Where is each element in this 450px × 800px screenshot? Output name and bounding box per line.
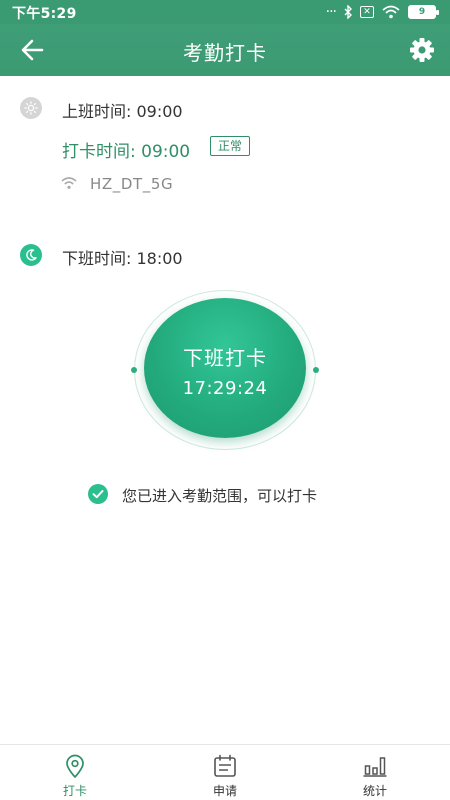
- gear-icon[interactable]: [408, 36, 436, 64]
- sun-icon: [20, 97, 42, 119]
- on-duty-row: 上班时间: 09:00: [0, 96, 450, 121]
- battery-icon: 9: [408, 5, 439, 19]
- clock-in-row: 打卡时间: 09:00 正常: [0, 135, 450, 162]
- page-title: 考勤打卡: [183, 41, 267, 65]
- current-time: 17:29:24: [182, 378, 268, 399]
- clock-in-time: 打卡时间: 09:00: [62, 142, 191, 162]
- nav-label-stats: 统计: [362, 784, 387, 798]
- check-circle-icon: [88, 484, 108, 504]
- on-duty-time: 上班时间: 09:00: [62, 102, 183, 121]
- status-badge: 正常: [210, 136, 251, 156]
- off-duty-row: 下班时间: 18:00: [0, 243, 450, 268]
- nav-label-apply: 申请: [212, 784, 237, 798]
- clock-out-button[interactable]: 下班打卡 17:29:24: [144, 298, 306, 438]
- range-message-row: 您已进入考勤范围，可以打卡: [88, 484, 388, 506]
- status-bar: 下午5:29 ··· ✕ 9: [0, 0, 450, 24]
- nav-item-stats[interactable]: 统计: [300, 745, 450, 800]
- ring-dot-right: [313, 367, 319, 373]
- bluetooth-icon: [344, 5, 352, 19]
- bottom-nav: 打卡 申请 统计: [0, 744, 450, 800]
- status-icons: ··· ✕ 9: [325, 4, 439, 20]
- wifi-name: HZ_DT_5G: [90, 175, 174, 193]
- punch-area: 下班打卡 17:29:24: [131, 290, 319, 450]
- no-sim-icon: ✕: [360, 6, 374, 18]
- nav-item-apply[interactable]: 申请: [150, 745, 300, 800]
- status-time: 下午5:29: [12, 6, 77, 22]
- more-dots-icon: ···: [325, 4, 337, 20]
- nav-item-punch[interactable]: 打卡: [0, 745, 150, 800]
- calendar-icon: [214, 754, 236, 777]
- ring-dot-left: [131, 367, 137, 373]
- wifi-icon: [61, 177, 77, 189]
- nav-label-punch: 打卡: [62, 784, 87, 798]
- wifi-signal-icon: [382, 5, 400, 19]
- wifi-row: HZ_DT_5G: [0, 174, 450, 194]
- title-bar: 考勤打卡: [0, 24, 450, 76]
- clock-out-label: 下班打卡: [183, 346, 267, 370]
- moon-icon: [20, 244, 42, 266]
- range-message: 您已进入考勤范围，可以打卡: [122, 487, 318, 505]
- location-pin-icon: [66, 754, 84, 778]
- off-duty-time: 下班时间: 18:00: [62, 249, 183, 268]
- bar-chart-icon: [363, 757, 387, 777]
